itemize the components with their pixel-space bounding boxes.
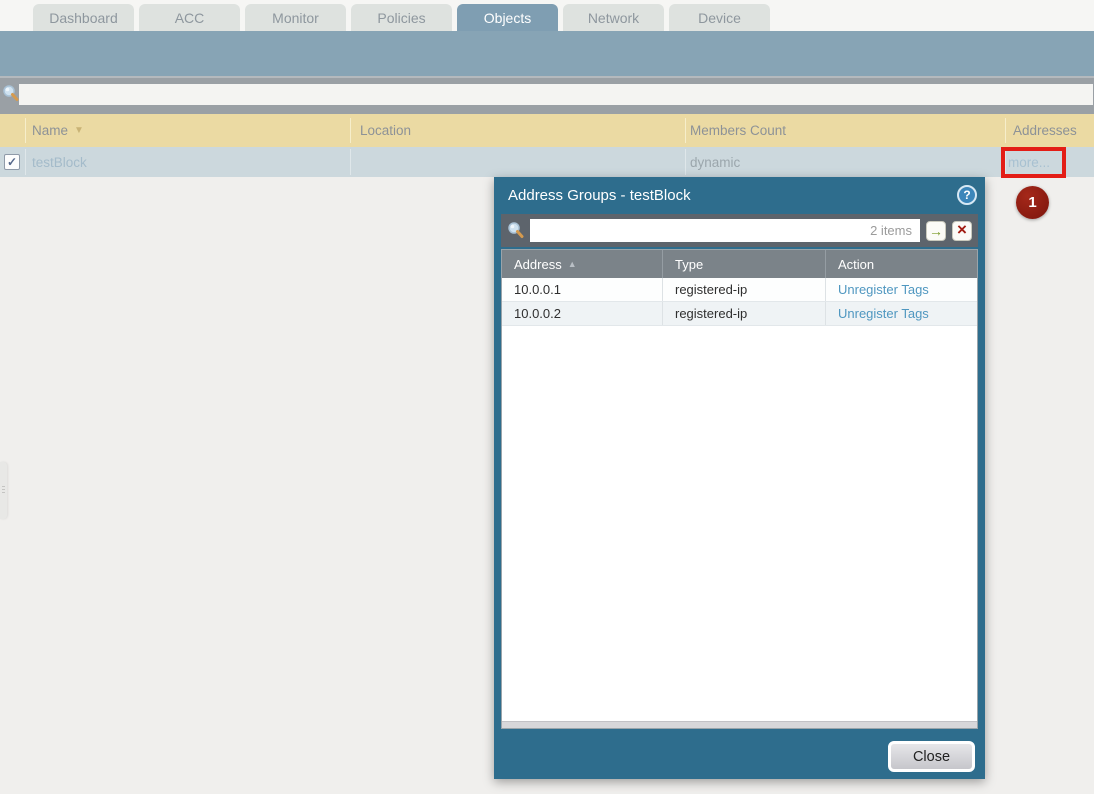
search-icon	[2, 84, 19, 103]
search-input[interactable]	[19, 84, 1093, 105]
header-divider	[25, 118, 26, 143]
row-divider	[25, 149, 26, 175]
row-divider	[685, 149, 686, 175]
column-header-location[interactable]: Location	[360, 114, 411, 147]
type-cell: registered-ip	[663, 302, 826, 325]
tab-policies[interactable]: Policies	[351, 4, 452, 31]
address-cell: 10.0.0.1	[502, 278, 663, 301]
row-checkbox[interactable]: ✓	[4, 154, 20, 170]
tab-acc[interactable]: ACC	[139, 4, 240, 31]
row-name-link[interactable]: testBlock	[32, 147, 87, 177]
column-header-name-label: Name	[32, 123, 68, 138]
tab-network[interactable]: Network	[563, 4, 664, 31]
main-nav-tabs: Dashboard ACC Monitor Policies Objects N…	[33, 4, 770, 31]
column-header-members-count[interactable]: Members Count	[690, 114, 786, 147]
sort-asc-icon: ▲	[568, 259, 577, 269]
dialog-table: Address ▲ Type Action 10.0.0.1 registere…	[501, 249, 978, 729]
column-header-type[interactable]: Type	[663, 250, 826, 278]
app-window: Dashboard ACC Monitor Policies Objects N…	[0, 0, 1094, 794]
tab-monitor[interactable]: Monitor	[245, 4, 346, 31]
horizontal-scrollbar[interactable]	[502, 721, 977, 728]
dialog-search-bar: 2 items → ×	[501, 214, 978, 247]
address-groups-dialog: Address Groups - testBlock ? 2 items → ×	[494, 177, 985, 779]
clear-x-icon: ×	[957, 221, 967, 238]
row-divider	[350, 149, 351, 175]
action-cell: Unregister Tags	[826, 278, 977, 301]
tab-dashboard[interactable]: Dashboard	[33, 4, 134, 31]
dialog-table-header: Address ▲ Type Action	[502, 250, 977, 278]
apply-filter-button[interactable]: →	[926, 221, 946, 241]
column-header-addresses[interactable]: Addresses	[1013, 114, 1077, 147]
unregister-tags-link[interactable]: Unregister Tags	[838, 282, 929, 297]
help-icon[interactable]: ?	[957, 185, 977, 205]
annotation-step-badge: 1	[1016, 186, 1049, 219]
objects-table-header: Name ▼ Location Members Count Addresses	[0, 114, 1094, 147]
dialog-search-input[interactable]	[530, 220, 870, 241]
column-header-address-label: Address	[514, 257, 562, 272]
sort-desc-icon: ▼	[74, 125, 84, 136]
action-cell: Unregister Tags	[826, 302, 977, 325]
table-row-testblock[interactable]: ✓ testBlock dynamic more...	[0, 147, 1094, 177]
dialog-title: Address Groups - testBlock	[508, 177, 691, 214]
secondary-nav-band	[0, 31, 1094, 76]
items-count-label: 2 items	[870, 223, 920, 238]
type-cell: registered-ip	[663, 278, 826, 301]
dialog-search-field[interactable]: 2 items	[530, 219, 920, 242]
tab-objects[interactable]: Objects	[457, 4, 558, 31]
row-members-count-value: dynamic	[690, 147, 740, 177]
column-header-name[interactable]: Name ▼	[32, 114, 84, 147]
column-header-address[interactable]: Address ▲	[502, 250, 663, 278]
header-divider	[685, 118, 686, 143]
close-button[interactable]: Close	[888, 741, 975, 772]
sidebar-collapse-handle[interactable]	[0, 462, 7, 519]
row-divider	[1005, 149, 1006, 175]
clear-filter-button[interactable]: ×	[952, 221, 972, 241]
search-icon	[507, 221, 524, 240]
header-divider	[1005, 118, 1006, 143]
unregister-tags-link[interactable]: Unregister Tags	[838, 306, 929, 321]
table-row[interactable]: 10.0.0.2 registered-ip Unregister Tags	[502, 302, 977, 326]
row-addresses-more-link[interactable]: more...	[1008, 147, 1050, 177]
column-header-action[interactable]: Action	[826, 250, 977, 278]
top-tab-bar: Dashboard ACC Monitor Policies Objects N…	[0, 0, 1094, 31]
address-cell: 10.0.0.2	[502, 302, 663, 325]
arrow-right-icon: →	[929, 224, 943, 238]
tab-device[interactable]: Device	[669, 4, 770, 31]
header-divider	[350, 118, 351, 143]
table-row[interactable]: 10.0.0.1 registered-ip Unregister Tags	[502, 278, 977, 302]
